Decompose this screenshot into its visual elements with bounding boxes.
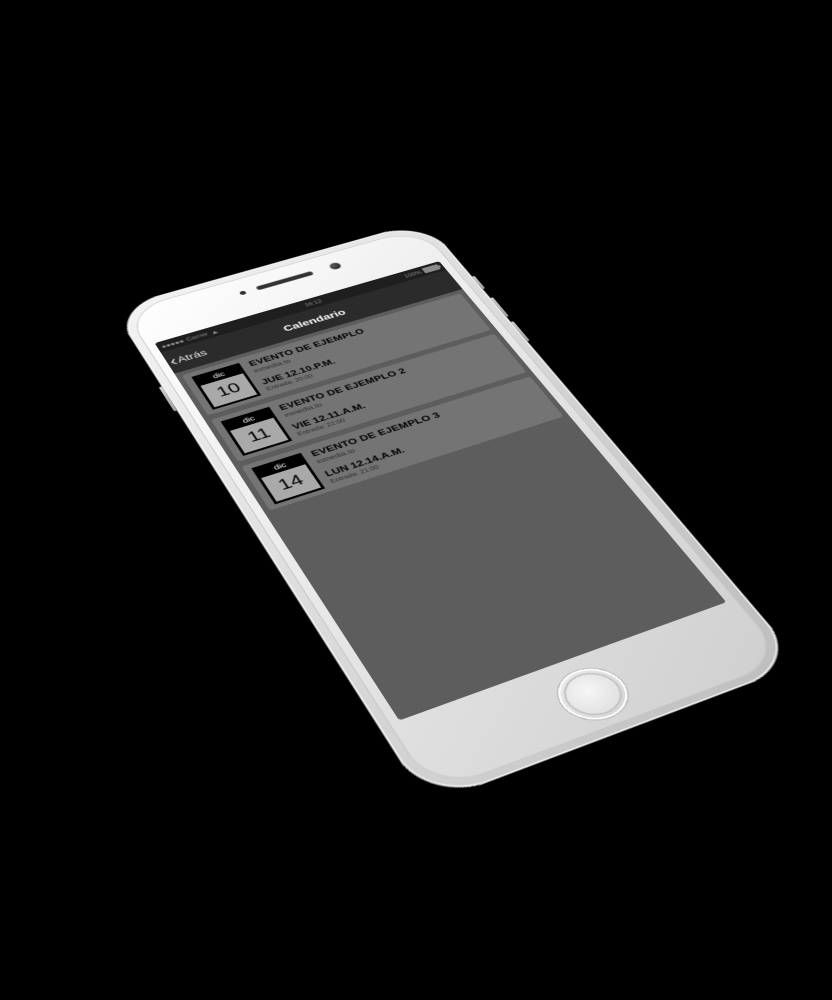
date-badge: dic 10 <box>191 363 261 410</box>
back-label: Atrás <box>175 348 209 365</box>
wifi-icon <box>209 328 220 335</box>
phone-device-frame: Carrier 16:12 100% ‹ Atrás Calendario <box>112 221 803 805</box>
date-badge: dic 11 <box>221 407 293 456</box>
